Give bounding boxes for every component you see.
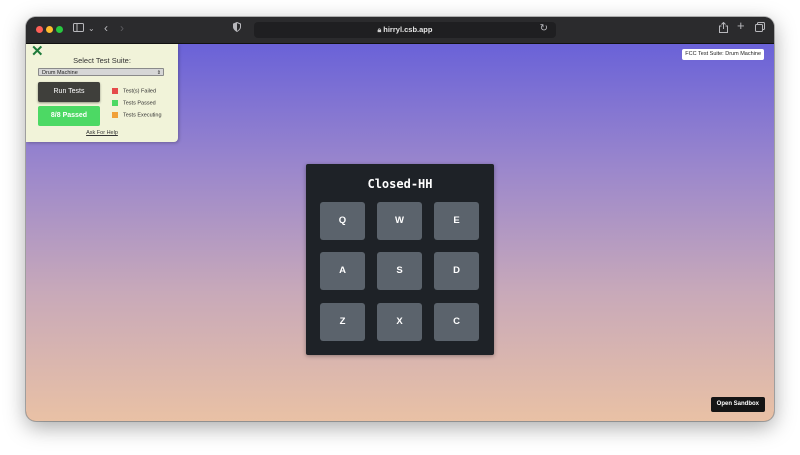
tests-result-button[interactable]: 8/8 Passed xyxy=(38,106,100,126)
sidebar-icon[interactable] xyxy=(73,22,84,36)
minimize-window-button[interactable] xyxy=(46,26,53,33)
drum-pad-s[interactable]: S xyxy=(377,252,422,290)
select-arrow-icon: ⇕ xyxy=(156,70,161,76)
page-viewport: ✕ Select Test Suite: Drum Machine ⇕ Run … xyxy=(26,44,774,421)
ask-for-help-link[interactable]: Ask For Help xyxy=(26,130,178,136)
drum-pad-x[interactable]: X xyxy=(377,303,422,341)
fcc-suite-badge: FCC Test Suite: Drum Machine xyxy=(682,49,764,60)
drum-pad-q[interactable]: Q xyxy=(320,202,365,240)
back-icon[interactable]: ‹ xyxy=(104,21,108,35)
browser-toolbar: ⌄ ‹ › 🔒︎ hirryl.csb.app ↻ + xyxy=(26,17,774,44)
legend-failed: Test(s) Failed xyxy=(112,88,156,95)
run-tests-button[interactable]: Run Tests xyxy=(38,82,100,102)
passed-swatch xyxy=(112,100,118,106)
open-sandbox-button[interactable]: Open Sandbox xyxy=(710,397,765,412)
legend-executing: Tests Executing xyxy=(112,112,162,119)
drum-pad-e[interactable]: E xyxy=(434,202,479,240)
close-window-button[interactable] xyxy=(36,26,43,33)
legend-passed: Tests Passed xyxy=(112,100,156,107)
reload-icon[interactable]: ↻ xyxy=(540,23,548,34)
chevron-down-icon[interactable]: ⌄ xyxy=(88,22,95,36)
address-bar[interactable]: 🔒︎ hirryl.csb.app ↻ xyxy=(254,22,556,38)
drum-pad-a[interactable]: A xyxy=(320,252,365,290)
drum-pad-w[interactable]: W xyxy=(377,202,422,240)
share-icon[interactable] xyxy=(719,21,728,37)
tab-overview-icon[interactable] xyxy=(755,22,765,36)
browser-window: ⌄ ‹ › 🔒︎ hirryl.csb.app ↻ + ✕ Select Test… xyxy=(26,17,774,421)
zoom-window-button[interactable] xyxy=(56,26,63,33)
drum-display: Closed-HH xyxy=(367,177,433,191)
fcc-test-panel: ✕ Select Test Suite: Drum Machine ⇕ Run … xyxy=(26,44,178,142)
forward-icon[interactable]: › xyxy=(120,21,124,35)
test-suite-select[interactable]: Drum Machine ⇕ xyxy=(38,68,164,76)
new-tab-icon[interactable]: + xyxy=(737,19,745,33)
executing-swatch xyxy=(112,112,118,118)
failed-swatch xyxy=(112,88,118,94)
lock-icon: 🔒︎ xyxy=(377,27,382,34)
drum-pad-d[interactable]: D xyxy=(434,252,479,290)
privacy-shield-icon[interactable] xyxy=(233,21,241,36)
drum-pad-z[interactable]: Z xyxy=(320,303,365,341)
drum-pad-c[interactable]: C xyxy=(434,303,479,341)
test-suite-selected: Drum Machine xyxy=(42,70,78,76)
drum-machine: Closed-HH Q W E A S D Z X C xyxy=(306,164,494,355)
test-suite-title: Select Test Suite: xyxy=(73,56,131,65)
url-text: hirryl.csb.app xyxy=(383,25,433,34)
